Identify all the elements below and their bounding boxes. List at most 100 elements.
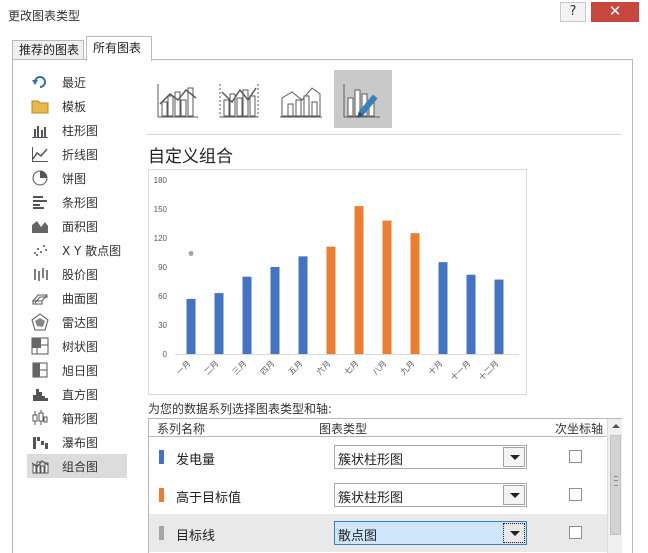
clustered-column-line-secondary-option[interactable]: [210, 70, 268, 128]
sidebar-item-treemap-chart[interactable]: 树状图: [27, 334, 127, 358]
clustered-column-line-option[interactable]: [148, 70, 206, 128]
sidebar-item-label: 组合图: [62, 459, 99, 474]
sidebar-item-label: 股价图: [62, 267, 99, 282]
sidebar-item-sunburst-chart[interactable]: 旭日图: [27, 358, 127, 382]
x-tick-label: 十一月: [448, 358, 472, 382]
help-button[interactable]: ?: [560, 2, 586, 22]
sidebar-item-label: 树状图: [62, 339, 99, 354]
folder-icon: [31, 100, 49, 114]
line-chart-icon: [32, 147, 48, 162]
secondary-axis-checkbox[interactable]: [569, 488, 582, 501]
chart-bar: [494, 279, 504, 354]
sidebar-item-label: 模板: [62, 99, 87, 114]
sidebar-item-label: 曲面图: [62, 291, 99, 306]
chart-bar: [186, 298, 196, 354]
sidebar-item-area-chart[interactable]: 面积图: [27, 214, 127, 238]
chart-bar: [326, 246, 336, 354]
sidebar-item-waterfall-chart[interactable]: 瀑布图: [27, 430, 127, 454]
sidebar-item-pie-chart[interactable]: 饼图: [27, 166, 127, 190]
gallery-divider: [147, 134, 621, 135]
sidebar-item-surface-chart[interactable]: 曲面图: [27, 286, 127, 310]
sidebar-item-label: 旭日图: [62, 363, 99, 378]
sidebar-item-label: 雷达图: [62, 315, 99, 330]
box-whisker-chart-icon: [32, 410, 48, 425]
bar-chart-icon: [33, 196, 47, 209]
y-tick-label: 90: [158, 263, 167, 272]
sidebar-item-combo-chart[interactable]: 组合图: [27, 454, 127, 478]
chart-type-dropdown[interactable]: 散点图: [334, 521, 527, 545]
sidebar-item-label: 面积图: [62, 219, 99, 234]
clustered-column-line-secondary-icon: [219, 84, 259, 118]
section-title: 自定义组合: [148, 147, 233, 167]
sidebar-item-label: 直方图: [62, 387, 99, 402]
chevron-down-icon[interactable]: [503, 523, 525, 543]
chart-bar: [242, 276, 252, 354]
pie-chart-icon: [32, 170, 48, 186]
sidebar-item-histogram-chart[interactable]: 直方图: [27, 382, 127, 406]
waterfall-chart-icon: [33, 437, 48, 449]
series-name: 高于目标值: [176, 491, 242, 506]
sunburst-chart-icon: [32, 362, 48, 378]
custom-combination-icon: [343, 84, 380, 118]
tab-all-charts[interactable]: 所有图表: [86, 36, 152, 61]
custom-combination-option[interactable]: [334, 70, 392, 128]
chart-bar: [214, 293, 224, 354]
chart-bar: [466, 274, 476, 354]
y-tick-label: 30: [158, 321, 167, 330]
series-table: 系列名称 图表类型 次坐标轴 发电量 簇状柱形图高于目标值 簇状柱形图目标线 散点图: [148, 418, 622, 553]
stacked-area-column-option[interactable]: [272, 70, 330, 128]
column-chart-icon: [32, 126, 48, 138]
chart-type-dropdown[interactable]: 簇状柱形图: [334, 445, 527, 469]
y-tick-label: 0: [163, 350, 168, 359]
series-row[interactable]: 发电量 簇状柱形图: [149, 438, 607, 476]
secondary-axis-checkbox[interactable]: [569, 526, 582, 539]
sidebar-item-label: X Y 散点图: [62, 243, 122, 258]
histogram-chart-icon: [33, 389, 48, 401]
sidebar-item-scatter-chart[interactable]: X Y 散点图: [27, 238, 127, 262]
chevron-down-icon[interactable]: [503, 447, 525, 467]
chart-category-list: 最近模板柱形图折线图饼图条形图面积图 X Y 散点图 股价图曲面图雷达图树状图旭日图…: [27, 70, 127, 478]
sidebar-item-recent[interactable]: 最近: [27, 70, 127, 94]
series-assign-label: 为您的数据系列选择图表类型和轴:: [148, 402, 333, 416]
surface-chart-icon: [31, 294, 49, 305]
x-tick-label: 八月: [371, 359, 389, 377]
sidebar-item-folder[interactable]: 模板: [27, 94, 127, 118]
all-charts-panel: 最近模板柱形图折线图饼图条形图面积图 X Y 散点图 股价图曲面图雷达图树状图旭日图…: [12, 59, 633, 553]
sidebar-item-box-whisker-chart[interactable]: 箱形图: [27, 406, 127, 430]
stacked-area-column-icon: [280, 87, 322, 118]
combo-chart-preview: 0 30 60 90 120 150 180 一月 二月 三月 四月 五月 六月 七月 八月 九月 十月 十一月十…: [154, 176, 519, 382]
x-tick-label: 九月: [399, 359, 417, 377]
sidebar-item-column-chart[interactable]: 柱形图: [27, 118, 127, 142]
chevron-down-icon[interactable]: [503, 485, 525, 505]
chart-type-dropdown[interactable]: 簇状柱形图: [334, 483, 527, 507]
scroll-up-arrow-icon[interactable]: [608, 419, 623, 434]
sidebar-item-radar-chart[interactable]: 雷达图: [27, 310, 127, 334]
y-tick-label: 150: [154, 205, 168, 214]
series-row[interactable]: 高于目标值 簇状柱形图: [149, 476, 607, 514]
secondary-axis-checkbox[interactable]: [569, 450, 582, 463]
series-table-header: 系列名称 图表类型 次坐标轴: [149, 419, 607, 437]
x-tick-label: 六月: [314, 358, 332, 376]
radar-chart-icon: [31, 313, 49, 331]
sidebar-item-label: 折线图: [62, 147, 99, 162]
series-color-swatch: [159, 526, 164, 540]
y-tick-label: 60: [158, 292, 167, 301]
series-color-swatch: [159, 450, 164, 464]
scrollbar-thumb[interactable]: [610, 435, 621, 535]
sidebar-item-label: 饼图: [62, 171, 87, 186]
close-button[interactable]: ✕: [591, 2, 639, 22]
sidebar-item-stock-chart[interactable]: 股价图: [27, 262, 127, 286]
tab-recommended-charts[interactable]: 推荐的图表: [12, 40, 84, 60]
scatter-chart-icon: [34, 245, 47, 256]
series-table-scrollbar[interactable]: [607, 419, 622, 553]
chart-bar: [298, 256, 308, 354]
chart-type-value: 散点图: [338, 529, 378, 544]
header-secondary-axis: 次坐标轴: [555, 422, 604, 436]
series-row[interactable]: 目标线 散点图: [149, 514, 607, 552]
x-tick-label: 四月: [259, 359, 277, 377]
sidebar-item-line-chart[interactable]: 折线图: [27, 142, 127, 166]
x-tick-label: 五月: [287, 359, 305, 377]
scatter-point: [188, 250, 194, 256]
sidebar-item-bar-chart[interactable]: 条形图: [27, 190, 127, 214]
combo-chart-icon: [31, 460, 49, 474]
